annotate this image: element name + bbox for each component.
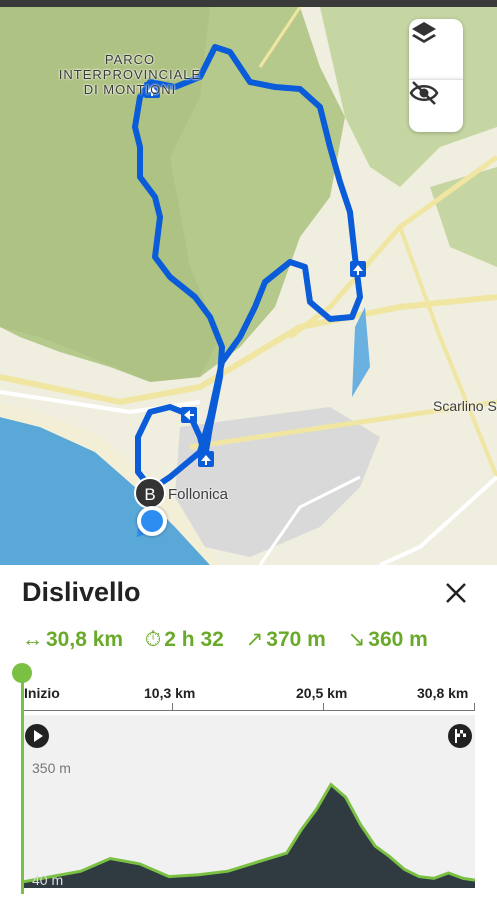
distance-tick-label: 30,8 km — [417, 685, 469, 701]
elevation-area — [22, 784, 475, 888]
map-view[interactable]: PARCO INTERPROVINCIALE DI MONTIONI Follo… — [0, 7, 497, 565]
distance-axis — [22, 710, 475, 711]
close-button[interactable] — [441, 578, 471, 608]
descent-icon: ↘ — [347, 628, 366, 651]
elevation-chart[interactable] — [21, 715, 476, 888]
stopwatch-icon: ⏱ — [144, 628, 162, 651]
position-cursor-handle[interactable] — [12, 663, 32, 683]
road-label: Scarlino S — [433, 398, 497, 414]
finish-flag-icon — [448, 724, 472, 748]
distance-icon: ↔ — [22, 628, 43, 651]
distance-tick-label: Inizio — [24, 685, 60, 701]
route-end-marker[interactable]: B — [134, 477, 166, 509]
ascent-icon: ↗ — [245, 628, 264, 651]
hide-overlay-button[interactable] — [409, 79, 463, 132]
layers-button[interactable] — [409, 19, 463, 79]
route-arrow-icon — [350, 261, 366, 277]
current-location-icon — [137, 506, 167, 536]
duration-value: 2 h 32 — [164, 628, 224, 651]
distance-stat: ↔ 30,8 km — [22, 628, 123, 652]
duration-stat: ⏱ 2 h 32 — [145, 628, 224, 652]
park-label: PARCO INTERPROVINCIALE DI MONTIONI — [40, 52, 220, 97]
route-stats: ↔ 30,8 km ⏱ 2 h 32 ↗ 370 m ↘ 360 m — [22, 627, 444, 652]
layers-icon — [412, 22, 436, 43]
town-label: Follonica — [168, 486, 229, 503]
park-label-line: PARCO — [104, 52, 156, 67]
axis-tick — [172, 703, 173, 711]
elevation-max-label: 350 m — [32, 760, 71, 776]
park-label-line: DI MONTIONI — [83, 82, 177, 97]
route-arrow-icon — [198, 451, 214, 467]
road — [379, 475, 497, 565]
close-icon — [446, 583, 466, 603]
elevation-min-label: 40 m — [32, 872, 64, 888]
status-bar — [0, 0, 497, 7]
pond — [352, 307, 370, 397]
ascent-value: 370 m — [266, 628, 326, 651]
eye-off-icon — [409, 81, 439, 105]
start-flag-icon — [25, 724, 49, 748]
road — [398, 226, 497, 478]
descent-stat: ↘ 360 m — [348, 627, 428, 652]
distance-tick-label: 10,3 km — [144, 685, 196, 701]
panel-title: Dislivello — [22, 577, 141, 607]
descent-value: 360 m — [368, 628, 428, 651]
elevation-chart-svg — [21, 782, 476, 888]
distance-value: 30,8 km — [46, 628, 124, 651]
position-cursor-line[interactable] — [21, 672, 24, 894]
axis-tick — [323, 703, 324, 711]
route-arrow-icon — [181, 407, 197, 423]
distance-tick-label: 20,5 km — [296, 685, 348, 701]
ascent-stat: ↗ 370 m — [246, 627, 326, 652]
park-label-line: INTERPROVINCIALE — [58, 67, 202, 82]
axis-tick — [474, 703, 475, 711]
